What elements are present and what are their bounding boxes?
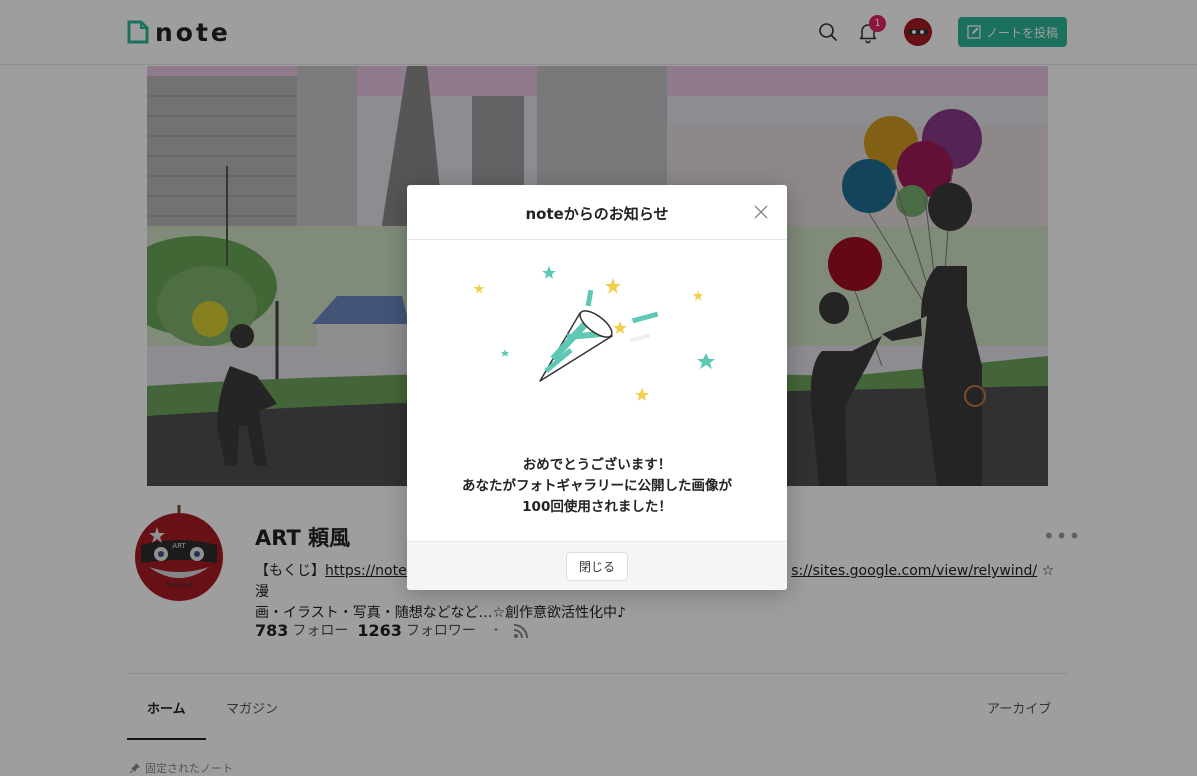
close-button[interactable]: 閉じる [566,552,628,581]
modal-header: noteからのお知らせ [407,185,787,240]
close-icon[interactable] [753,204,769,220]
celebration-illustration [474,266,715,401]
message-line3: 100回使用されました！ [522,499,672,515]
modal-title: noteからのお知らせ [525,205,669,223]
message-line2: あなたがフォトギャラリーに公開した画像が [462,478,732,494]
message-line1: おめでとうございます！ [522,457,672,473]
modal-message: おめでとうございます！ あなたがフォトギャラリーに公開した画像が 100回使用さ… [407,455,787,518]
modal-footer: 閉じる [407,541,787,590]
notice-modal: noteからのお知らせ おめでとうございます！ あなたがフォトギャラリーに公開し… [407,185,787,590]
party-popper-icon [539,310,613,382]
